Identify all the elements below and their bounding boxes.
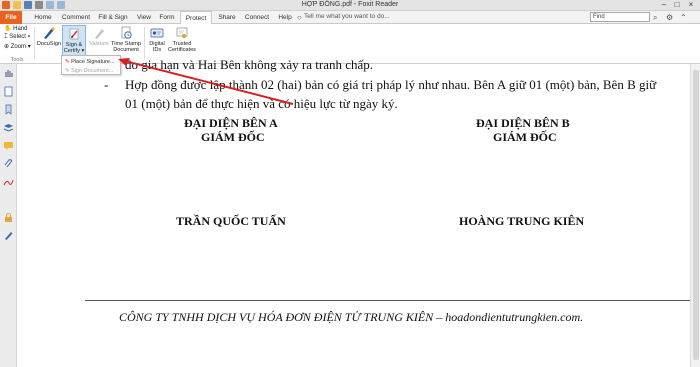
maximize-icon[interactable]: □ — [671, 1, 683, 9]
vertical-scrollbar[interactable] — [690, 64, 700, 367]
chevron-up-icon[interactable]: ⌃ — [680, 13, 687, 22]
rep-a-title: ĐẠI DIỆN BÊN A — [184, 116, 278, 130]
hand-tool[interactable]: ✋ Hand — [4, 25, 27, 32]
tab-connect[interactable]: Connect — [242, 11, 272, 24]
tell-me-box[interactable]: Tell me what you want to do... — [304, 13, 390, 20]
rep-b-title: ĐẠI DIỆN BÊN B — [476, 116, 570, 130]
window-title: HỢP ĐỒNG.pdf - Foxit Reader — [301, 1, 399, 8]
doc-line-2: 01 (một) bản để thực hiện và có hiệu lực… — [125, 96, 398, 111]
docusign-button[interactable]: DocuSign — [36, 26, 62, 47]
tab-home[interactable]: Home — [30, 11, 56, 24]
tab-form[interactable]: Form — [157, 11, 177, 24]
doc-line-1: Hợp đồng được lập thành 02 (hai) bản có … — [125, 77, 657, 92]
minimize-icon[interactable]: – — [658, 1, 670, 9]
document-view[interactable]: do gia hạn và Hai Bên không xảy ra tranh… — [17, 57, 700, 367]
sign-certify-label-2: Certify — [63, 48, 80, 54]
tab-file[interactable]: File — [0, 11, 22, 24]
digital-ids-button[interactable]: Digital IDs — [146, 26, 168, 53]
scroll-thumb[interactable] — [693, 70, 699, 360]
lock-icon[interactable] — [3, 212, 14, 223]
company-footer: CÔNG TY TNHH DỊCH VỤ HÓA ĐƠN ĐIỆN TỬ TRU… — [119, 310, 584, 324]
docusign-label: DocuSign — [36, 41, 62, 47]
signature-item-icon: ✎ — [65, 59, 70, 65]
search-input[interactable]: Find — [590, 12, 650, 22]
place-signature-item[interactable]: ✎ Place Signature... — [65, 59, 115, 65]
doc-bullet: - — [104, 77, 109, 92]
bookmarks-icon[interactable] — [3, 104, 14, 115]
settings-icon[interactable]: ⚙ — [666, 13, 673, 22]
tab-help[interactable]: Help — [275, 11, 295, 24]
timestamp-label-2: Document — [113, 47, 139, 53]
lightbulb-icon: ○ — [297, 13, 302, 22]
digital-ids-label-2: IDs — [152, 47, 162, 53]
select-label: Select — [9, 34, 26, 40]
validate-label: Validate — [89, 41, 109, 47]
timestamp-button[interactable]: Time Stamp Document — [110, 26, 142, 53]
sign-pen-icon — [69, 28, 79, 40]
comments-icon[interactable] — [3, 140, 14, 151]
director-a-title: GIÁM ĐỐC — [201, 130, 265, 144]
tab-view[interactable]: View — [134, 11, 154, 24]
timestamp-icon — [121, 26, 132, 39]
pen-tool-icon[interactable] — [3, 230, 14, 241]
attachments-icon[interactable] — [3, 158, 14, 169]
zoom-label: Zoom — [10, 44, 27, 50]
signer-b-name: HOÀNG TRUNG KIÊN — [459, 214, 585, 228]
search-icon[interactable]: ⌕ — [653, 13, 657, 22]
left-navigation-rail — [0, 64, 17, 367]
doc-line-0: do gia hạn và Hai Bên không xảy ra tranh… — [125, 57, 374, 72]
tab-comment[interactable]: Comment — [60, 11, 92, 24]
validate-icon — [95, 29, 104, 39]
docusign-icon — [44, 27, 55, 39]
ribbon-tabs: File Home Comment Fill & Sign View Form … — [0, 11, 700, 25]
footer-divider — [85, 300, 690, 301]
signer-a-name: TRẦN QUỐC TUẤN — [176, 214, 286, 228]
trusted-certificates-label-2: Certificates — [168, 47, 196, 53]
title-bar: HỢP ĐỒNG.pdf - Foxit Reader – □ × — [0, 0, 700, 11]
tools-group: ✋ Hand ⌶ Select ▾ ⊕ Zoom ▾ Tools — [2, 25, 32, 63]
ribbon-separator — [144, 27, 145, 59]
close-icon[interactable]: × — [685, 1, 697, 9]
sign-document-label: Sign Document... — [71, 68, 114, 74]
sign-certify-dropdown: ✎ Place Signature... ✎ Sign Document... — [61, 55, 121, 75]
sign-document-item[interactable]: ✎ Sign Document... — [65, 68, 113, 74]
sign-certify-button[interactable]: Sign & Certify ▾ — [62, 25, 86, 58]
tools-group-label: Tools — [10, 57, 24, 63]
tab-protect[interactable]: Protect — [180, 11, 212, 25]
layers-icon[interactable] — [3, 122, 14, 133]
pages-icon[interactable] — [3, 86, 14, 97]
select-tool[interactable]: ⌶ Select ▾ — [4, 34, 30, 41]
director-b-title: GIÁM ĐỐC — [493, 130, 557, 144]
validate-button[interactable]: Validate — [88, 26, 110, 47]
tab-fill-sign[interactable]: Fill & Sign — [96, 11, 130, 24]
hand-label: Hand — [13, 26, 28, 32]
hand-icon[interactable] — [3, 68, 14, 79]
place-signature-label: Place Signature... — [71, 59, 115, 65]
digital-id-icon — [150, 28, 164, 38]
certificate-icon — [176, 27, 188, 38]
ribbon-separator — [34, 27, 35, 59]
signature-panel-icon[interactable] — [3, 176, 14, 187]
sign-document-icon: ✎ — [65, 68, 70, 74]
trusted-certificates-button[interactable]: Trusted Certificates — [168, 26, 196, 53]
tab-share[interactable]: Share — [215, 11, 239, 24]
zoom-tool[interactable]: ⊕ Zoom ▾ — [4, 43, 31, 50]
